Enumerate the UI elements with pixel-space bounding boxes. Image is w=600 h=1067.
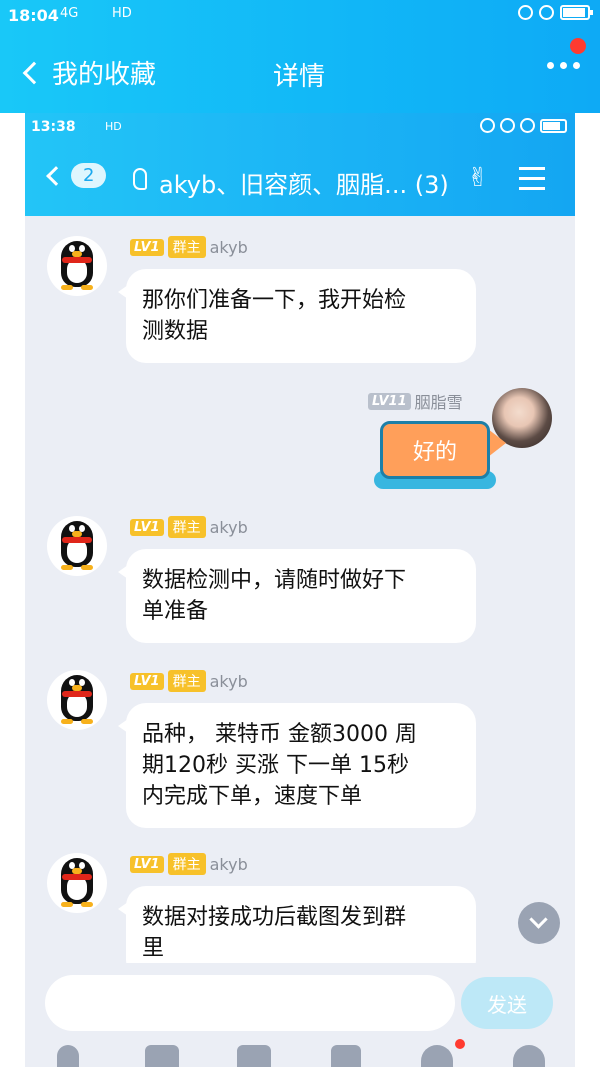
penguin-icon bbox=[57, 521, 97, 571]
role-badge: 群主 bbox=[167, 853, 206, 875]
member-count: (3) bbox=[414, 171, 449, 199]
sender-meta: LV1 群主 akyb bbox=[130, 853, 248, 875]
inner-status-time: 13:38 bbox=[31, 119, 76, 135]
fish-tail-icon bbox=[488, 429, 506, 457]
message-line: 期120秒 买涨 下一单 15秒 bbox=[142, 753, 409, 778]
input-bar: 发送 bbox=[25, 963, 575, 1067]
hand-icon[interactable]: ✌ bbox=[467, 163, 489, 193]
chat-back-button[interactable]: 2 bbox=[46, 163, 107, 188]
signal-indicator: 4G bbox=[60, 6, 79, 21]
chat-title: akyb、旧容颜、胭脂... (3) bbox=[159, 165, 449, 200]
sender-name: akyb bbox=[209, 854, 248, 874]
chevron-left-icon bbox=[22, 61, 46, 84]
message-line: 数据检测中，请随时做好下 bbox=[142, 568, 407, 593]
notification-dot bbox=[570, 38, 586, 54]
message-line: 数据对接成功后截图发到群 bbox=[142, 905, 407, 930]
role-badge: 群主 bbox=[167, 670, 206, 692]
level-badge: LV11 bbox=[368, 392, 411, 410]
level-badge: LV1 bbox=[130, 518, 164, 536]
lock-icon bbox=[518, 5, 533, 20]
message-line: 单准备 bbox=[142, 599, 209, 624]
menu-icon[interactable] bbox=[519, 167, 545, 197]
plus-icon[interactable] bbox=[513, 1045, 545, 1067]
status-bar: 18:04 4G HD bbox=[0, 0, 600, 32]
message-line: 里 bbox=[142, 936, 165, 961]
location-icon bbox=[500, 118, 515, 133]
dot-icon bbox=[560, 62, 567, 69]
penguin-icon bbox=[57, 675, 97, 725]
alarm-icon bbox=[520, 118, 535, 133]
outer-header: 18:04 4G HD 我的收藏 详情 bbox=[0, 0, 600, 113]
camera-icon[interactable] bbox=[237, 1045, 271, 1067]
message-line: 那你们准备一下，我开始检 bbox=[142, 288, 407, 313]
more-button[interactable] bbox=[547, 62, 580, 69]
sticker-text: 好的 bbox=[412, 440, 457, 465]
sender-meta: LV11 胭脂雪 bbox=[368, 389, 463, 413]
inner-status-icons bbox=[480, 118, 567, 133]
unread-badge: 2 bbox=[71, 163, 107, 188]
message-bubble[interactable]: 品种， 莱特币 金额3000 周 期120秒 买涨 下一单 15秒 内完成下单，… bbox=[118, 703, 476, 828]
ear-icon[interactable] bbox=[133, 168, 147, 190]
fish-icon: 好的 bbox=[380, 421, 490, 479]
sender-name: akyb bbox=[209, 237, 248, 257]
avatar[interactable] bbox=[47, 670, 107, 730]
lock-icon bbox=[480, 118, 495, 133]
message-line: 内完成下单，速度下单 bbox=[142, 784, 363, 809]
chevron-left-icon bbox=[46, 165, 66, 186]
chat-screenshot: 13:38 HD 2 akyb、旧容颜、胭脂... (3) ✌ LV1 群主 a… bbox=[25, 113, 575, 1067]
sender-meta: LV1 群主 akyb bbox=[130, 670, 248, 692]
message-bubble[interactable]: 那你们准备一下，我开始检 测数据 bbox=[118, 269, 476, 363]
send-button[interactable]: 发送 bbox=[461, 977, 553, 1029]
scroll-down-button[interactable] bbox=[518, 902, 560, 944]
alarm-icon bbox=[539, 5, 554, 20]
sender-meta: LV1 群主 akyb bbox=[130, 516, 248, 538]
sticker[interactable]: 好的 bbox=[374, 413, 510, 493]
microphone-icon[interactable] bbox=[57, 1045, 79, 1067]
role-badge: 群主 bbox=[167, 516, 206, 538]
battery-icon bbox=[540, 118, 567, 133]
sender-meta: LV1 群主 akyb bbox=[130, 236, 248, 258]
status-icons bbox=[518, 5, 593, 20]
notification-dot bbox=[455, 1039, 465, 1049]
level-badge: LV1 bbox=[130, 855, 164, 873]
penguin-icon bbox=[57, 241, 97, 291]
role-badge: 群主 bbox=[167, 236, 206, 258]
dot-icon bbox=[547, 62, 554, 69]
penguin-icon bbox=[57, 858, 97, 908]
sender-name: akyb bbox=[209, 517, 248, 537]
message-line: 测数据 bbox=[142, 319, 209, 344]
message-bubble[interactable]: 数据检测中，请随时做好下 单准备 bbox=[118, 549, 476, 643]
avatar[interactable] bbox=[47, 853, 107, 913]
dot-icon bbox=[573, 62, 580, 69]
level-badge: LV1 bbox=[130, 672, 164, 690]
red-packet-icon[interactable] bbox=[331, 1045, 361, 1067]
sender-name: 胭脂雪 bbox=[414, 393, 463, 412]
emoji-icon[interactable] bbox=[421, 1045, 453, 1067]
avatar[interactable] bbox=[47, 236, 107, 296]
message-line: 品种， 莱特币 金额3000 周 bbox=[142, 722, 417, 747]
level-badge: LV1 bbox=[130, 238, 164, 256]
sender-name: akyb bbox=[209, 671, 248, 691]
chat-header: 13:38 HD 2 akyb、旧容颜、胭脂... (3) ✌ bbox=[25, 113, 575, 216]
image-icon[interactable] bbox=[145, 1045, 179, 1067]
back-button[interactable]: 我的收藏 bbox=[22, 54, 157, 91]
message-input[interactable] bbox=[45, 975, 455, 1031]
back-label: 我的收藏 bbox=[52, 60, 157, 90]
avatar[interactable] bbox=[47, 516, 107, 576]
chat-members: akyb、旧容颜、胭脂... bbox=[159, 171, 408, 199]
page-title: 详情 bbox=[273, 62, 326, 92]
inner-network-indicator: HD bbox=[105, 120, 122, 133]
battery-icon bbox=[560, 5, 593, 20]
network-indicator: HD bbox=[112, 6, 132, 21]
status-time: 18:04 bbox=[8, 6, 59, 25]
